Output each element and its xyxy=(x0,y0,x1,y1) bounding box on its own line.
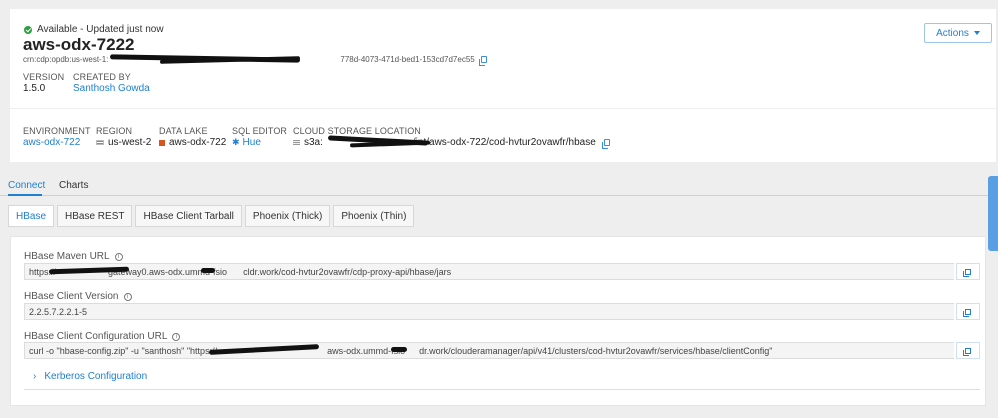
hue-icon: ✱ xyxy=(232,137,240,147)
datalake-value: aws-odx-722 xyxy=(159,137,226,148)
copy-client-config-url-button[interactable] xyxy=(956,342,980,359)
actions-button[interactable]: Actions xyxy=(924,23,992,43)
info-icon[interactable]: i xyxy=(172,332,181,341)
subtab-hbase[interactable]: HBase xyxy=(8,205,55,227)
tab-connect[interactable]: Connect xyxy=(8,172,45,196)
copy-storage-icon[interactable] xyxy=(601,139,610,149)
maven-url-suffix: cldr.work/cod-hvtur2ovawfr/cdp-proxy-api… xyxy=(243,266,452,277)
sql-editor-label: SQL EDITOR xyxy=(232,126,288,136)
main-tabs: Connect Charts xyxy=(0,172,998,196)
s3-icon xyxy=(293,140,300,145)
environment-label: ENVIRONMENT xyxy=(23,126,91,136)
kerberos-label: Kerberos Configuration xyxy=(44,371,148,382)
copy-icon xyxy=(963,268,971,277)
copy-client-version-button[interactable] xyxy=(956,303,980,320)
cloud-storage-suffix: /int/aws-odx-722/cod-hvtur2ovawfr/hbase xyxy=(412,137,596,148)
status-text: Available - Updated just now xyxy=(37,24,164,35)
subtab-hbase-rest[interactable]: HBase REST xyxy=(57,205,133,227)
datalake-icon xyxy=(159,139,165,146)
region-label: REGION xyxy=(96,126,133,136)
copy-maven-url-button[interactable] xyxy=(956,263,980,280)
copy-crn-icon[interactable] xyxy=(478,56,487,66)
sql-editor-text: Hue xyxy=(242,137,261,148)
created-by-label: CREATED BY xyxy=(73,72,131,82)
actions-label: Actions xyxy=(936,27,969,39)
subtab-phoenix-thick[interactable]: Phoenix (Thick) xyxy=(244,205,331,227)
copy-icon xyxy=(963,347,971,356)
cloud-storage-prefix: s3a: xyxy=(304,137,323,148)
check-circle-icon xyxy=(24,25,32,34)
redaction-mark xyxy=(201,268,215,273)
crn-suffix: 778d-4073-471d-bed1-153cd7d7ec55 xyxy=(340,55,475,64)
subtab-phoenix-thin[interactable]: Phoenix (Thin) xyxy=(333,205,415,227)
copy-icon xyxy=(963,308,971,317)
client-config-url-label: HBase Client Configuration URL i xyxy=(24,331,181,342)
client-config-url-label-text: HBase Client Configuration URL xyxy=(24,331,168,342)
subtab-hbase-client-tarball[interactable]: HBase Client Tarball xyxy=(135,205,242,227)
crn-prefix: crn:cdp:opdb:us-west-1: xyxy=(23,55,109,64)
version-label: VERSION xyxy=(23,72,65,82)
client-version-field[interactable]: 2.2.5.7.2.2.1-5 xyxy=(24,303,954,320)
maven-url-field[interactable]: https:// gateway0.aws-odx.ummd-fsio cldr… xyxy=(24,263,954,280)
environment-link[interactable]: aws-odx-722 xyxy=(23,137,80,148)
maven-url-label: HBase Maven URL i xyxy=(24,251,123,262)
database-summary-card: Available - Updated just now aws-odx-722… xyxy=(10,9,996,108)
config-url-prefix: curl -o "hbase-config.zip" -u "santhosh"… xyxy=(29,345,218,356)
page-title: aws-odx-7222 xyxy=(23,35,135,54)
redaction-mark xyxy=(391,347,407,352)
config-url-suffix: dr.work/clouderamanager/api/v41/clusters… xyxy=(419,345,773,356)
client-version-label: HBase Client Version i xyxy=(24,291,132,302)
datalake-label: DATA LAKE xyxy=(159,126,208,136)
sql-editor-link[interactable]: ✱ Hue xyxy=(232,137,261,148)
cloud-storage-label: CLOUD STORAGE LOCATION xyxy=(293,126,421,136)
datalake-text: aws-odx-722 xyxy=(169,137,227,148)
side-panel-handle[interactable] xyxy=(988,176,998,251)
version-value: 1.5.0 xyxy=(23,83,46,94)
connect-subtabs: HBase HBase REST HBase Client Tarball Ph… xyxy=(8,205,417,227)
chevron-right-icon: › xyxy=(33,371,37,382)
us-flag-icon xyxy=(96,140,104,145)
info-icon[interactable]: i xyxy=(123,292,132,301)
database-details-card: ENVIRONMENT aws-odx-722 REGION us-west-2… xyxy=(10,109,996,162)
caret-down-icon xyxy=(973,31,980,35)
status-line: Available - Updated just now xyxy=(24,24,164,35)
tab-charts[interactable]: Charts xyxy=(59,172,89,196)
client-version-label-text: HBase Client Version xyxy=(24,291,119,302)
region-value: us-west-2 xyxy=(96,137,151,148)
maven-url-label-text: HBase Maven URL xyxy=(24,251,110,262)
hbase-connect-panel: HBase Maven URL i https:// gateway0.aws-… xyxy=(10,236,986,406)
info-icon[interactable]: i xyxy=(114,252,123,261)
kerberos-configuration-toggle[interactable]: › Kerberos Configuration xyxy=(33,371,147,382)
created-by-link[interactable]: Santhosh Gowda xyxy=(73,83,150,94)
region-text: us-west-2 xyxy=(108,137,152,148)
divider xyxy=(24,389,980,390)
client-config-url-field[interactable]: curl -o "hbase-config.zip" -u "santhosh"… xyxy=(24,342,954,359)
